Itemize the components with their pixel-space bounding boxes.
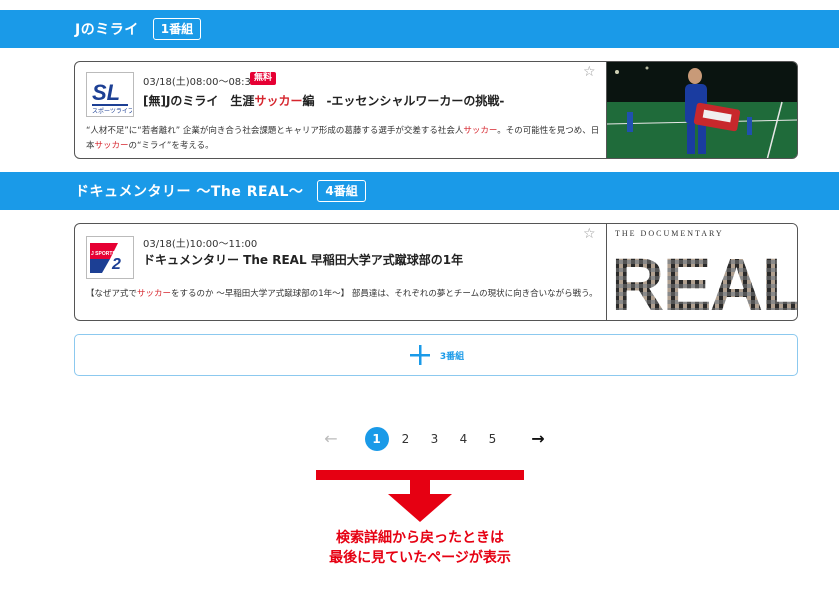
thumbnail-big-title: REAL <box>611 243 797 320</box>
pagination: ← 1 2 3 4 5 → <box>318 427 551 451</box>
program-description: “人材不足”に“若者離れ” 企業が向き合う社会課題とキャリア形成の葛藤する選手が… <box>86 126 600 151</box>
channel-logo-sports-live: SL スポーツライブ+ <box>86 72 134 117</box>
program-card-the-real[interactable]: 2 J SPORTS 2 03/18(土)10:00～11:00 ドキュメンタリ… <box>74 223 798 321</box>
channel-logo-text: SL <box>92 80 120 105</box>
plus-icon <box>409 345 430 365</box>
section-title: Jのミライ <box>75 22 139 38</box>
annotation-line-1: 検索詳細から戻ったときは <box>336 530 504 546</box>
thumbnail-small-title: THE DOCUMENTARY <box>615 229 724 238</box>
channel-logo-text: J SPORTS 2 <box>91 251 120 257</box>
favorite-star-icon[interactable]: ☆ <box>583 226 596 242</box>
annotation-text: 検索詳細から戻ったときは 最後に見ていたページが表示 <box>270 528 570 568</box>
program-title[interactable]: ドキュメンタリー The REAL 早稲田大学ア式蹴球部の1年 <box>143 251 463 268</box>
show-more-label: 3番組 <box>439 351 465 362</box>
annotation-down-arrow-icon <box>316 470 524 522</box>
channel-logo-subtext: スポーツライブ+ <box>92 107 132 115</box>
section-title: ドキュメンタリー ～The REAL～ <box>75 184 304 200</box>
favorite-star-icon[interactable]: ☆ <box>583 64 596 80</box>
show-more-programs-button[interactable]: 3番組 <box>74 334 798 376</box>
page-button[interactable]: 3 <box>420 427 449 451</box>
program-thumbnail: THE DOCUMENTARY REAL <box>606 224 797 320</box>
program-title[interactable]: [無]Jのミライ 生涯サッカー編 -エッセンシャルワーカーの挑戦- <box>143 92 504 109</box>
program-thumbnail <box>606 62 797 158</box>
program-datetime: 03/18(土)10:00～11:00 <box>143 239 258 250</box>
program-description: 【なぜア式でサッカーをするのか ～早稲田大学ア式蹴球部の1年～】 部員達は、それ… <box>86 289 598 299</box>
svg-text:2: 2 <box>111 256 121 273</box>
section-count-badge: 1番組 <box>152 18 202 40</box>
page-button-current[interactable]: 1 <box>364 427 389 451</box>
section-header-documentary: ドキュメンタリー ～The REAL～ 4番組 <box>0 172 839 210</box>
page-button[interactable]: 5 <box>478 427 507 451</box>
page-button[interactable]: 4 <box>449 427 478 451</box>
prev-page-button[interactable]: ← <box>318 427 344 451</box>
program-datetime: 03/18(土)08:00～08:30 <box>143 77 258 88</box>
program-card-j-mirai[interactable]: SL スポーツライブ+ 03/18(土)08:00～08:30 無料 [無]Jの… <box>74 61 798 159</box>
channel-logo-j-sports-2: 2 J SPORTS 2 <box>86 236 134 279</box>
annotation-line-2: 最後に見ていたページが表示 <box>329 550 511 566</box>
free-badge: 無料 <box>250 72 277 85</box>
section-count-badge: 4番組 <box>317 180 366 202</box>
page-button[interactable]: 2 <box>391 427 420 451</box>
section-header-j-mirai: Jのミライ 1番組 <box>0 10 839 48</box>
next-page-button[interactable]: → <box>525 427 551 451</box>
